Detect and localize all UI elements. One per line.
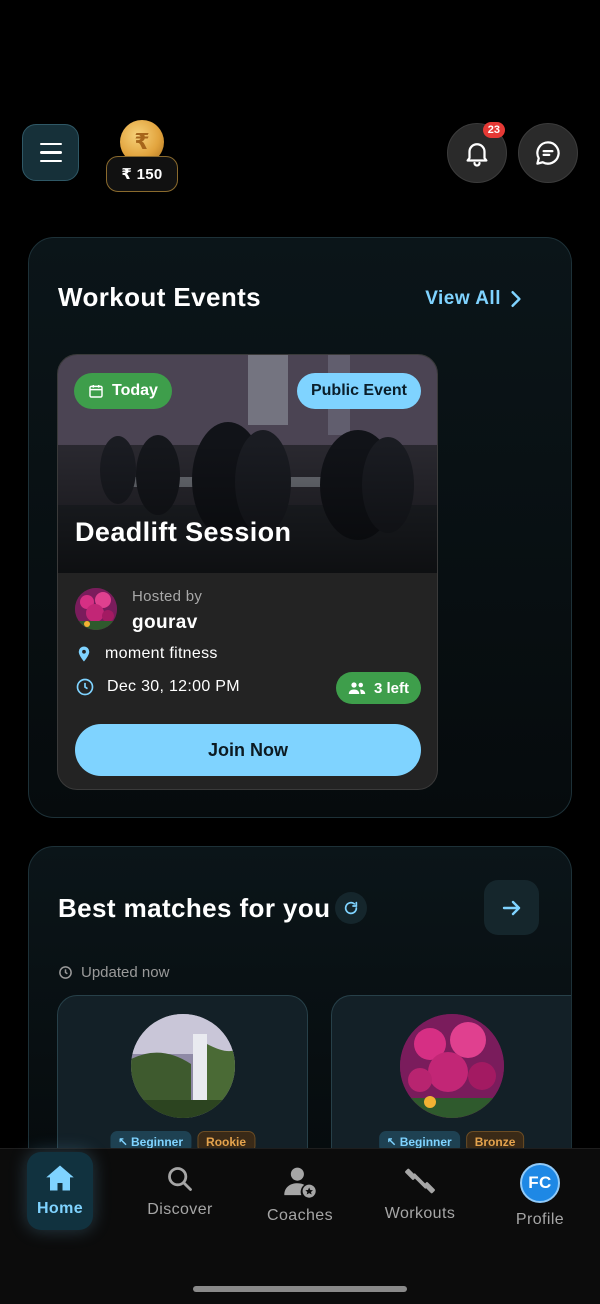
nav-item-home[interactable]: Home <box>27 1152 93 1230</box>
chevron-right-icon <box>511 291 521 307</box>
datetime-text: Dec 30, 12:00 PM <box>107 678 240 695</box>
nav-item-coaches[interactable]: Coaches <box>250 1165 350 1225</box>
location-row: moment fitness <box>75 644 218 664</box>
workout-events-panel: Workout Events View All Today Public Eve… <box>28 237 572 818</box>
view-all-link[interactable]: View All <box>425 288 523 310</box>
flowers-photo <box>399 1014 504 1118</box>
host-name[interactable]: gourav <box>132 612 198 634</box>
calendar-icon <box>89 385 103 398</box>
hamburger-icon <box>39 140 62 166</box>
spots-left-chip: 3 left <box>335 672 421 704</box>
notification-badge: 23 <box>482 122 505 138</box>
coach-icon <box>284 1167 316 1198</box>
host-avatar[interactable] <box>75 588 117 630</box>
arrow-right-icon <box>502 900 520 915</box>
nav-item-workouts[interactable]: Workouts <box>370 1165 470 1223</box>
updated-text: Updated now <box>81 964 170 981</box>
search-icon <box>168 1167 192 1191</box>
nav-label: Discover <box>147 1201 213 1218</box>
section-title: Workout Events <box>58 282 262 312</box>
menu-button[interactable] <box>22 124 79 181</box>
level-icon: ↖ <box>386 1135 397 1149</box>
flowers-photo <box>75 588 117 630</box>
view-all-label: View All <box>425 288 501 309</box>
people-icon <box>348 682 366 694</box>
notifications-button[interactable]: 23 <box>447 122 507 183</box>
nav-label: Workouts <box>384 1205 456 1222</box>
coin-balance[interactable]: ₹ 150 <box>106 156 178 192</box>
nav-item-discover[interactable]: Discover <box>130 1165 230 1219</box>
section-title: Best matches for you <box>58 893 331 923</box>
waterfall-photo <box>130 1014 235 1118</box>
nav-label: Home <box>36 1200 84 1217</box>
join-now-button[interactable]: Join Now <box>75 724 421 776</box>
best-matches-panel: Best matches for you Updated now ↖ Beginn… <box>28 846 572 1176</box>
level-label: Beginner <box>131 1135 184 1149</box>
home-indicator <box>193 1286 407 1292</box>
location-pin-icon <box>78 646 90 662</box>
clock-icon <box>59 966 72 979</box>
event-card[interactable]: Today Public Event Deadlift Session Host… <box>57 354 438 790</box>
match-avatar <box>130 1014 235 1118</box>
refresh-button[interactable] <box>335 892 367 924</box>
bell-icon <box>466 143 488 167</box>
dumbbell-icon <box>405 1168 435 1194</box>
level-label: Beginner <box>399 1135 452 1149</box>
avatar: FC <box>520 1163 560 1203</box>
event-image: Today Public Event Deadlift Session <box>58 355 437 573</box>
nav-label: Profile <box>515 1211 565 1228</box>
updated-status: Updated now <box>58 964 169 981</box>
match-avatar <box>399 1014 504 1118</box>
chat-icon <box>536 141 560 165</box>
nav-item-profile[interactable]: FC Profile <box>490 1163 590 1229</box>
see-more-button[interactable] <box>484 880 539 935</box>
level-icon: ↖ <box>117 1135 129 1149</box>
bottom-navigation: Home Discover Coaches Workouts FC Profil… <box>0 1148 600 1304</box>
date-chip: Today <box>74 373 172 409</box>
hosted-by-label: Hosted by <box>132 588 203 605</box>
refresh-icon <box>344 901 358 915</box>
messages-button[interactable] <box>518 123 578 183</box>
clock-icon <box>76 678 94 696</box>
event-type-chip: Public Event <box>296 373 421 409</box>
home-icon <box>46 1165 74 1191</box>
nav-label: Coaches <box>267 1207 333 1224</box>
event-title: Deadlift Session <box>75 517 292 547</box>
spots-left-label: 3 left <box>373 679 409 697</box>
datetime-row: Dec 30, 12:00 PM <box>75 677 240 697</box>
location-text: moment fitness <box>105 645 218 662</box>
date-chip-label: Today <box>112 382 158 399</box>
